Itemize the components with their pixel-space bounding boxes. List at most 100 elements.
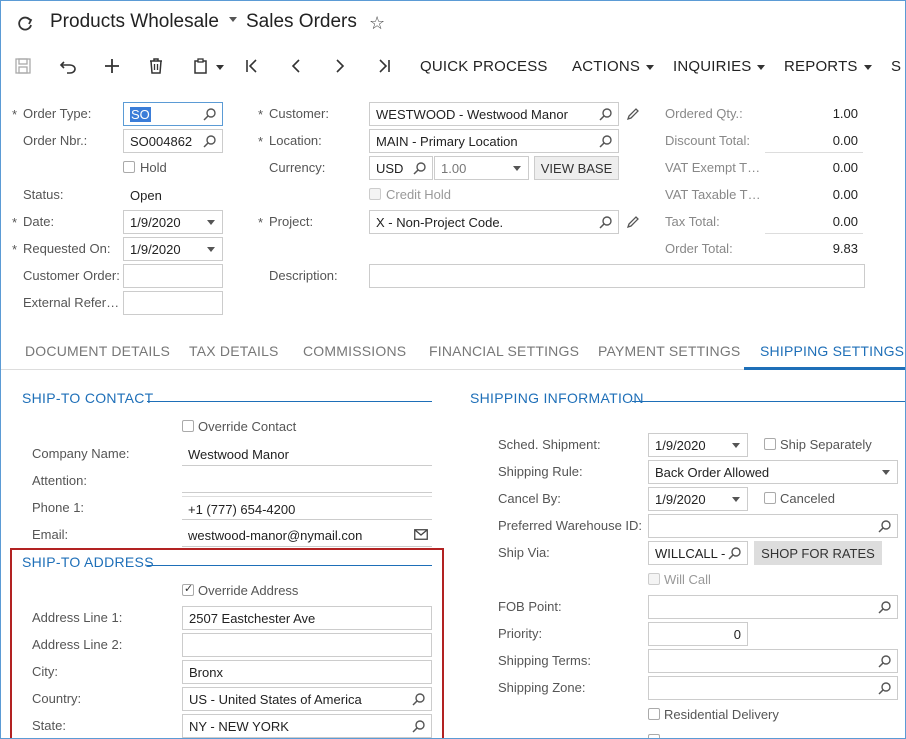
chevron-down-icon[interactable] — [882, 470, 890, 475]
credit-hold-checkbox[interactable] — [369, 188, 381, 200]
company-title[interactable]: Products Wholesale — [50, 11, 219, 33]
search-icon[interactable] — [412, 692, 426, 706]
residential-delivery-checkbox[interactable] — [648, 708, 660, 720]
ship-separately-checkbox[interactable] — [764, 438, 776, 450]
address-line1-field[interactable]: 2507 Eastchester Ave — [182, 606, 432, 630]
delete-icon[interactable] — [149, 58, 163, 74]
order-type-label: Order Type: — [12, 106, 91, 122]
customer-field[interactable]: WESTWOOD - Westwood Manor — [369, 102, 619, 126]
cancel-by-field[interactable]: 1/9/2020 — [648, 487, 748, 511]
search-icon[interactable] — [203, 134, 217, 148]
company-name-field[interactable]: Westwood Manor — [182, 442, 432, 466]
override-contact-checkbox[interactable] — [182, 420, 194, 432]
tab-commissions[interactable]: COMMISSIONS — [303, 343, 406, 359]
tab-shipping-settings[interactable]: SHIPPING SETTINGS — [760, 343, 904, 359]
chevron-down-icon[interactable] — [207, 247, 215, 252]
view-base-button[interactable]: VIEW BASE — [534, 156, 619, 180]
search-icon[interactable] — [599, 215, 613, 229]
chevron-down-icon[interactable] — [732, 443, 740, 448]
location-field[interactable]: MAIN - Primary Location — [369, 129, 619, 153]
state-field[interactable]: NY - NEW YORK — [182, 714, 432, 738]
search-icon[interactable] — [203, 107, 217, 121]
search-icon[interactable] — [599, 134, 613, 148]
sched-shipment-field[interactable]: 1/9/2020 — [648, 433, 748, 457]
next-record-icon[interactable] — [334, 59, 346, 73]
priority-field[interactable]: 0 — [648, 622, 748, 646]
divider — [765, 152, 863, 153]
reports-menu[interactable]: REPORTS — [784, 58, 858, 75]
order-total-value: 9.83 — [832, 241, 858, 256]
shipping-terms-field[interactable] — [648, 649, 898, 673]
description-field[interactable] — [369, 264, 865, 288]
phone-field[interactable]: +1 (777) 654-4200 — [182, 496, 432, 520]
email-label: Email: — [32, 527, 69, 542]
last-record-icon[interactable] — [377, 59, 391, 73]
chevron-down-icon[interactable] — [216, 65, 224, 70]
customer-order-field[interactable] — [123, 264, 223, 288]
clipboard-icon[interactable] — [193, 58, 209, 74]
active-tab-indicator — [744, 367, 905, 370]
search-icon[interactable] — [878, 654, 892, 668]
order-nbr-field[interactable]: SO004862 — [123, 129, 223, 153]
date-field[interactable]: 1/9/2020 — [123, 210, 223, 234]
quick-process-button[interactable]: QUICK PROCESS — [420, 58, 548, 75]
search-icon[interactable] — [599, 107, 613, 121]
hold-label: Hold — [140, 160, 167, 175]
email-field[interactable]: westwood-manor@nymail.con — [182, 523, 432, 547]
ship-via-field[interactable]: WILLCALL - — [648, 541, 748, 565]
actions-menu[interactable]: ACTIONS — [572, 58, 640, 75]
override-address-checkbox[interactable] — [182, 582, 194, 596]
hold-checkbox[interactable] — [123, 161, 135, 173]
search-icon[interactable] — [413, 161, 427, 175]
shipping-zone-field[interactable] — [648, 676, 898, 700]
order-type-field[interactable]: SO — [123, 102, 223, 126]
search-icon[interactable] — [878, 681, 892, 695]
canceled-checkbox[interactable] — [764, 492, 776, 504]
preferred-warehouse-field[interactable] — [648, 514, 898, 538]
undo-icon[interactable] — [59, 58, 77, 74]
address-line1-label: Address Line 1: — [32, 610, 123, 625]
currency-field[interactable]: USD — [369, 156, 433, 180]
vat-taxable-label: VAT Taxable T… — [665, 187, 761, 202]
country-field[interactable]: US - United States of America — [182, 687, 432, 711]
search-icon[interactable] — [878, 519, 892, 533]
currency-rate-field[interactable]: 1.00 — [434, 156, 529, 180]
tab-payment-settings[interactable]: PAYMENT SETTINGS — [598, 343, 740, 359]
will-call-checkbox[interactable] — [648, 573, 660, 585]
edit-pencil-icon[interactable] — [626, 215, 640, 229]
address-line2-field[interactable] — [182, 633, 432, 657]
chevron-down-icon[interactable] — [732, 497, 740, 502]
first-record-icon[interactable] — [245, 59, 259, 73]
shop-for-rates-button[interactable]: SHOP FOR RATES — [754, 541, 882, 565]
envelope-icon[interactable] — [414, 529, 428, 540]
fob-point-field[interactable] — [648, 595, 898, 619]
attention-field[interactable] — [182, 469, 432, 493]
save-icon[interactable] — [15, 58, 31, 74]
chevron-down-icon[interactable] — [513, 166, 521, 171]
date-label: Date: — [12, 214, 54, 230]
refresh-icon[interactable] — [16, 15, 34, 33]
tab-tax-details[interactable]: TAX DETAILS — [189, 343, 279, 359]
chevron-down-icon[interactable] — [229, 17, 237, 22]
previous-record-icon[interactable] — [290, 59, 302, 73]
tab-financial-settings[interactable]: FINANCIAL SETTINGS — [429, 343, 579, 359]
search-icon[interactable] — [728, 546, 742, 560]
edit-pencil-icon[interactable] — [626, 107, 640, 121]
chevron-down-icon[interactable] — [757, 65, 765, 70]
chevron-down-icon[interactable] — [207, 220, 215, 225]
more-menu[interactable]: S — [891, 58, 901, 75]
inquiries-menu[interactable]: INQUIRIES — [673, 58, 751, 75]
requested-on-field[interactable]: 1/9/2020 — [123, 237, 223, 261]
project-field[interactable]: X - Non-Project Code. — [369, 210, 619, 234]
search-icon[interactable] — [878, 600, 892, 614]
city-field[interactable]: Bronx — [182, 660, 432, 684]
tab-document-details[interactable]: DOCUMENT DETAILS — [25, 343, 170, 359]
star-icon[interactable]: ☆ — [369, 13, 385, 34]
add-icon[interactable] — [104, 58, 120, 74]
next-option-checkbox[interactable] — [648, 734, 660, 738]
search-icon[interactable] — [412, 719, 426, 733]
shipping-rule-field[interactable]: Back Order Allowed — [648, 460, 898, 484]
chevron-down-icon[interactable] — [646, 65, 654, 70]
chevron-down-icon[interactable] — [864, 65, 872, 70]
external-ref-field[interactable] — [123, 291, 223, 315]
